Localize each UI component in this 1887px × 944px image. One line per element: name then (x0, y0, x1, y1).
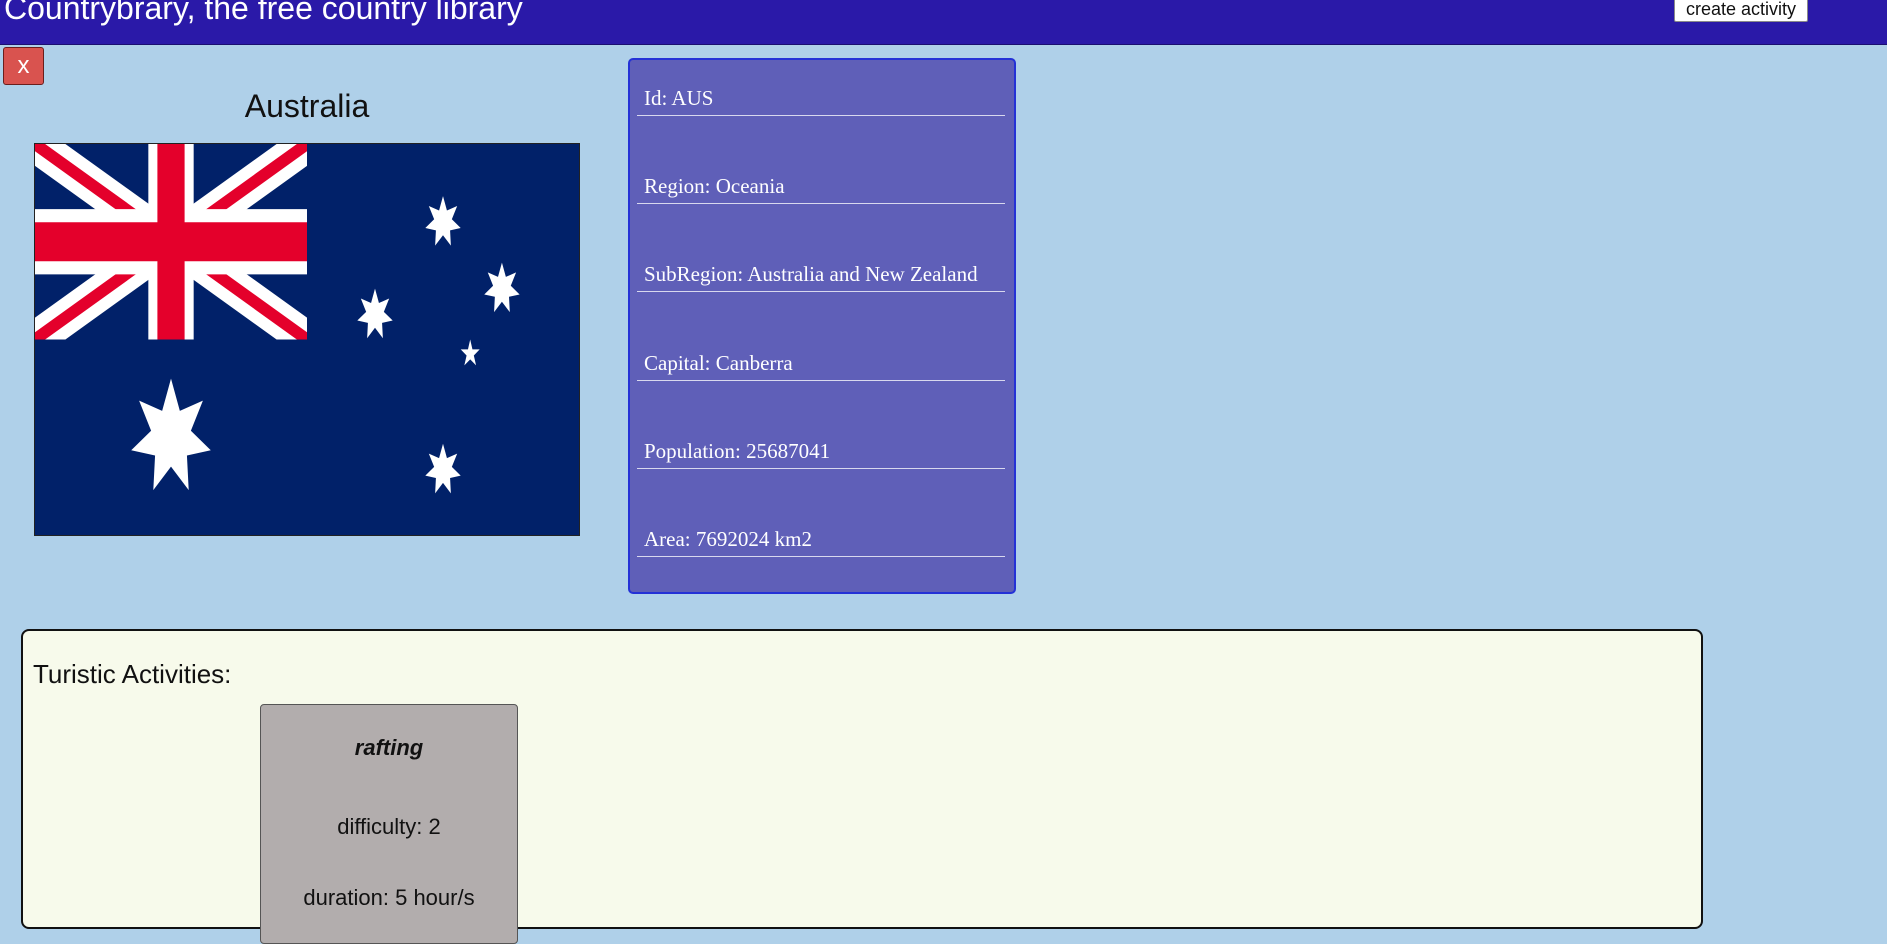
country-details-panel: Id: AUS Region: Oceania SubRegion: Austr… (628, 58, 1016, 594)
detail-capital: Capital: Canberra (637, 349, 1005, 381)
detail-subregion: SubRegion: Australia and New Zealand (637, 260, 1005, 292)
activity-duration: duration: 5 hour/s (303, 885, 475, 910)
detail-area: Area: 7692024 km2 (637, 525, 1005, 557)
activity-card: rafting difficulty: 2 duration: 5 hour/s (260, 704, 518, 944)
create-activity-button[interactable]: create activity (1674, 0, 1809, 22)
app-title: Countrybrary, the free country library (4, 0, 523, 26)
detail-region: Region: Oceania (637, 172, 1005, 204)
top-bar: Countrybrary, the free country library c… (0, 0, 1887, 45)
country-name: Australia (244, 88, 370, 124)
australia-flag-icon (34, 143, 580, 536)
detail-population: Population: 25687041 (637, 437, 1005, 469)
activity-difficulty: difficulty: 2 (337, 814, 441, 839)
close-button[interactable]: x (3, 47, 44, 85)
detail-id: Id: AUS (637, 84, 1005, 116)
activity-name: rafting (354, 735, 424, 760)
activities-section: Turistic Activities: rafting difficulty:… (21, 629, 1703, 944)
activities-title: Turistic Activities: (33, 659, 232, 689)
